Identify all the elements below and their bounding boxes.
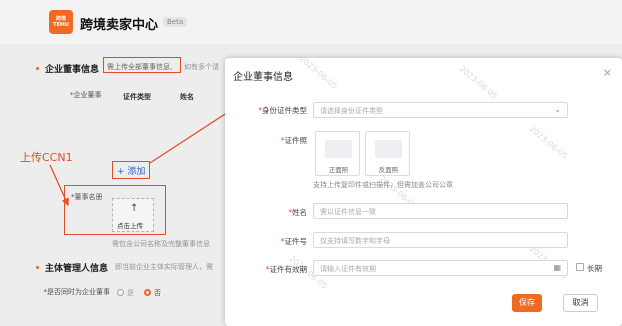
id-number-placeholder: 仅支持填写数字和字母 — [320, 237, 390, 245]
name-label: *姓名 — [288, 208, 307, 217]
id-type-label: *身份证件类型 — [258, 106, 307, 115]
cancel-button[interactable]: 取消 — [563, 294, 598, 312]
close-icon[interactable]: × — [603, 66, 612, 79]
id-photo-label: *证件照 — [280, 136, 307, 145]
name-placeholder: 需以证件信息一致 — [320, 208, 376, 216]
back-photo-upload[interactable]: 反面照 — [365, 131, 410, 176]
id-photo-hint: 支持上传复印件或扫描件，但需加盖公司公章 — [313, 181, 453, 189]
modal-title: 企业董事信息 — [233, 72, 293, 83]
arrow-to-upload — [49, 164, 69, 207]
watermark: 2023-06-05 — [297, 58, 339, 91]
long-term-checkbox[interactable] — [576, 263, 584, 271]
watermark: 2023-06-05 — [527, 124, 569, 161]
save-button[interactable]: 保存 — [512, 294, 542, 312]
id-type-placeholder: 请选择身份证件类型 — [320, 107, 383, 115]
director-info-modal: 2023-06-05 2023-06-05 2023-06-05 2023-06… — [225, 58, 622, 326]
back-photo-caption: 反面照 — [378, 166, 399, 174]
validity-placeholder: 请输入证件有效期 — [320, 265, 376, 273]
id-number-label: *证件号 — [280, 237, 307, 246]
chevron-down-icon: ⌄ — [554, 105, 561, 114]
id-card-back-icon — [375, 140, 402, 158]
validity-label: *证件有效期 — [265, 265, 307, 274]
id-card-front-icon — [325, 140, 352, 158]
long-term-label: 长期 — [587, 264, 602, 273]
front-photo-caption: 正面照 — [328, 166, 349, 174]
watermark: 2023-06-05 — [457, 64, 499, 101]
name-input[interactable]: 需以证件信息一致 — [313, 203, 568, 219]
id-type-select[interactable]: 请选择身份证件类型 ⌄ — [313, 102, 568, 118]
calendar-icon: ▦ — [553, 263, 561, 272]
front-photo-upload[interactable]: 正面照 — [315, 131, 360, 176]
validity-date-input[interactable]: 请输入证件有效期 ▦ — [313, 260, 568, 276]
id-number-input[interactable]: 仅支持填写数字和字母 — [313, 232, 568, 248]
